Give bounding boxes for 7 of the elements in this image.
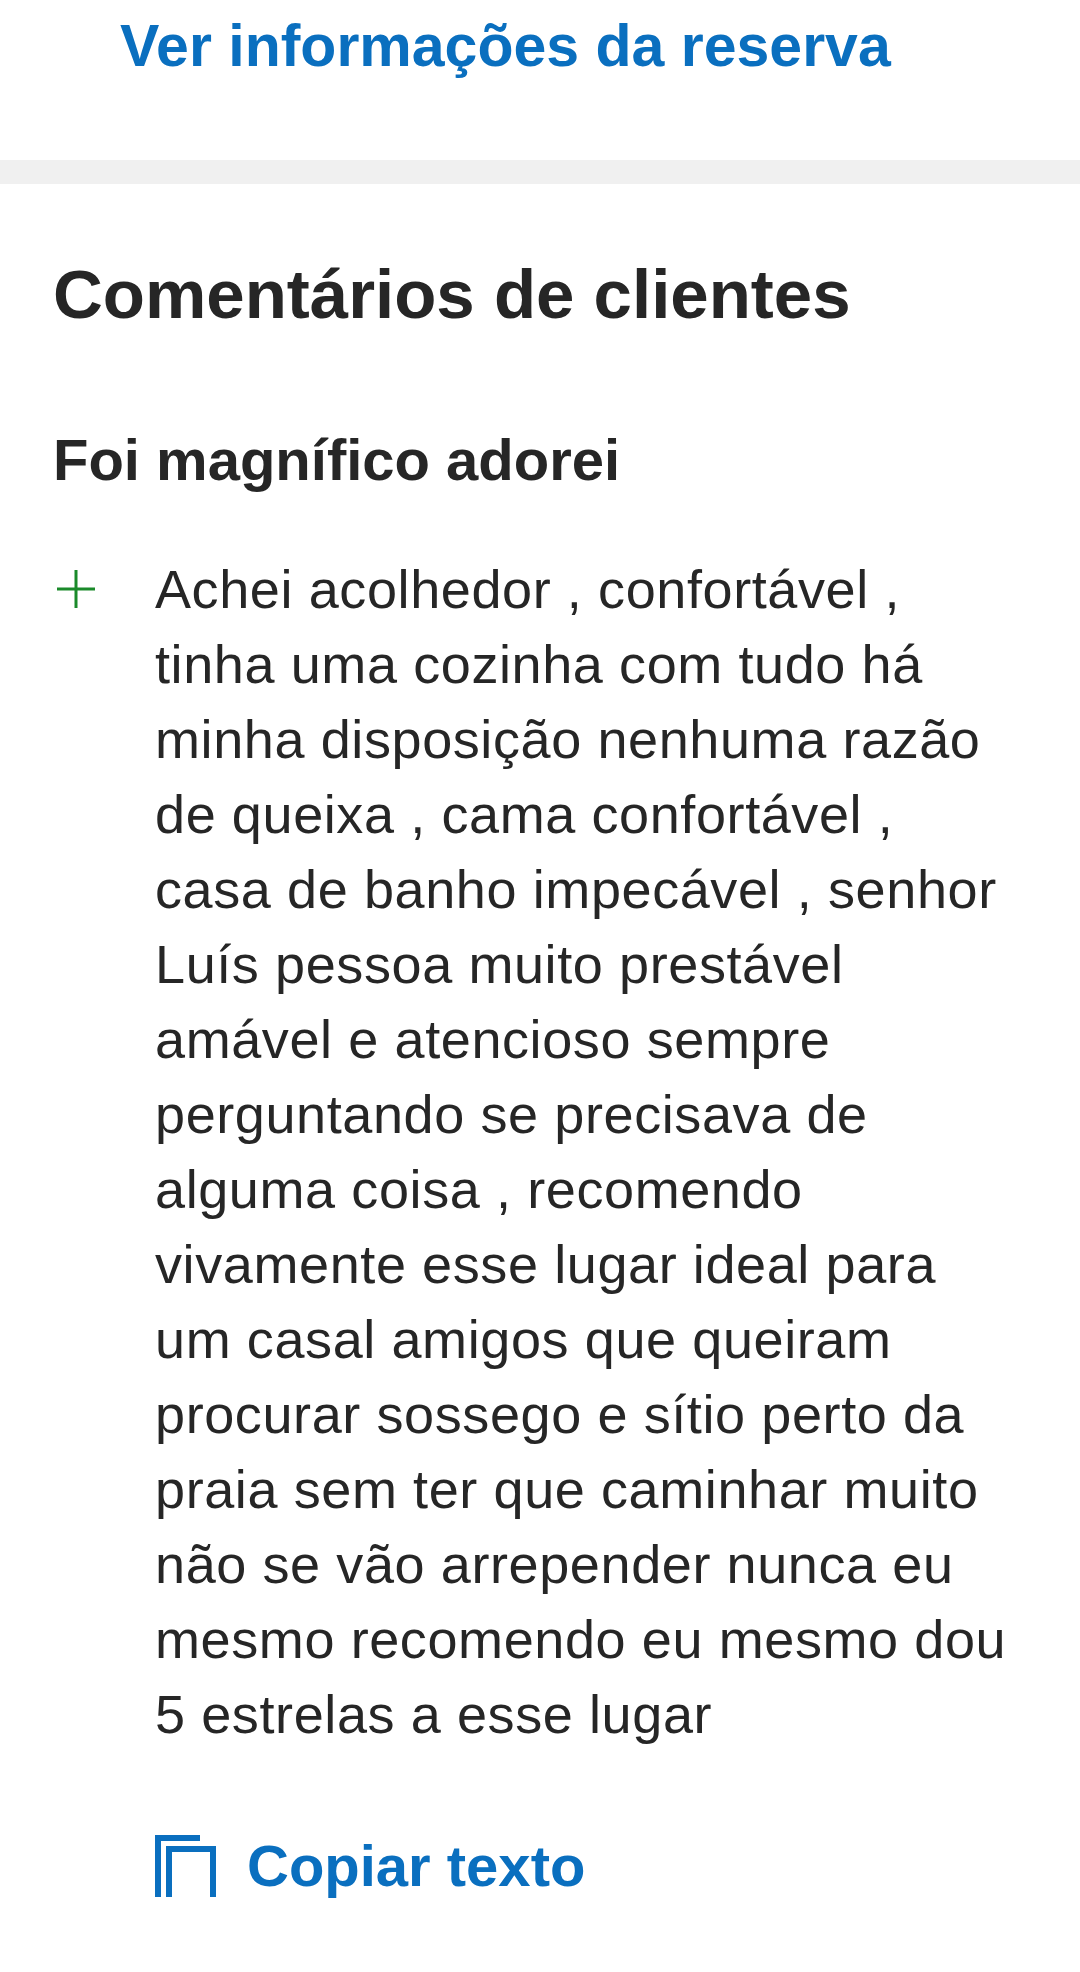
section-title: Comentários de clientes bbox=[53, 255, 852, 335]
review-title: Foi magnífico adorei bbox=[53, 425, 622, 494]
copy-text-button[interactable]: Copiar texto bbox=[155, 1832, 586, 1900]
review-text: Achei acolhedor , confortável , tinha uma cozinha com tudo há minha disposição nenhuma razão de queixa , cama confortável , casa de banho impecável , senhor Luís pessoa muito prestável amável e atencioso sempre perguntando se precisava de alguma coisa , recomendo vivamente esse lugar ideal para um casal amigos que queiram procurar sossego e sítio perto da praia sem ter que caminhar muito não se vão arrepender nunca eu mesmo recomendo eu mesmo dou 5 estrelas a esse lugar bbox=[155, 558, 1008, 1747]
reservation-link[interactable]: Ver informações da reserva bbox=[120, 13, 891, 79]
copy-icon bbox=[155, 1834, 217, 1897]
plus-icon bbox=[57, 570, 95, 609]
